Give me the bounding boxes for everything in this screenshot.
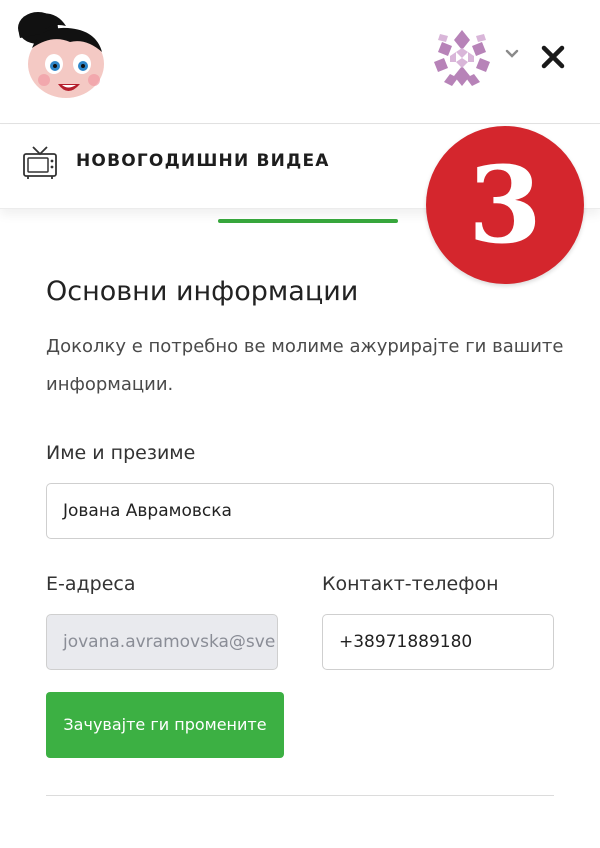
phone-field[interactable]: +38971889180 — [322, 614, 554, 670]
tv-icon — [22, 143, 58, 183]
nav-videos-link[interactable]: НОВОГОДИШНИ ВИДЕА — [76, 151, 330, 171]
email-label: Е-адреса — [46, 573, 136, 595]
chevron-down-icon[interactable] — [504, 46, 520, 62]
save-button[interactable]: Зачувајте ги промените — [46, 692, 284, 758]
user-avatar[interactable] — [430, 28, 494, 88]
section-description: Доколку е потребно ве молиме ажурирајте … — [46, 336, 564, 395]
divider — [46, 795, 554, 796]
badge-number: 3 — [468, 142, 542, 267]
phone-label: Контакт-телефон — [322, 573, 499, 595]
name-field[interactable]: Јована Аврамовска — [46, 483, 554, 539]
email-field: jovana.avramovska@sve — [46, 614, 278, 670]
name-label: Име и презиме — [46, 442, 196, 464]
close-icon[interactable] — [540, 44, 566, 70]
section-title: Основни информации — [46, 276, 359, 307]
number-badge: 3 — [426, 126, 584, 284]
active-tab-indicator — [218, 219, 398, 223]
top-bar — [0, 0, 600, 124]
geometric-pattern-avatar-icon — [434, 30, 490, 86]
cartoon-girl-logo-icon[interactable] — [10, 8, 110, 103]
